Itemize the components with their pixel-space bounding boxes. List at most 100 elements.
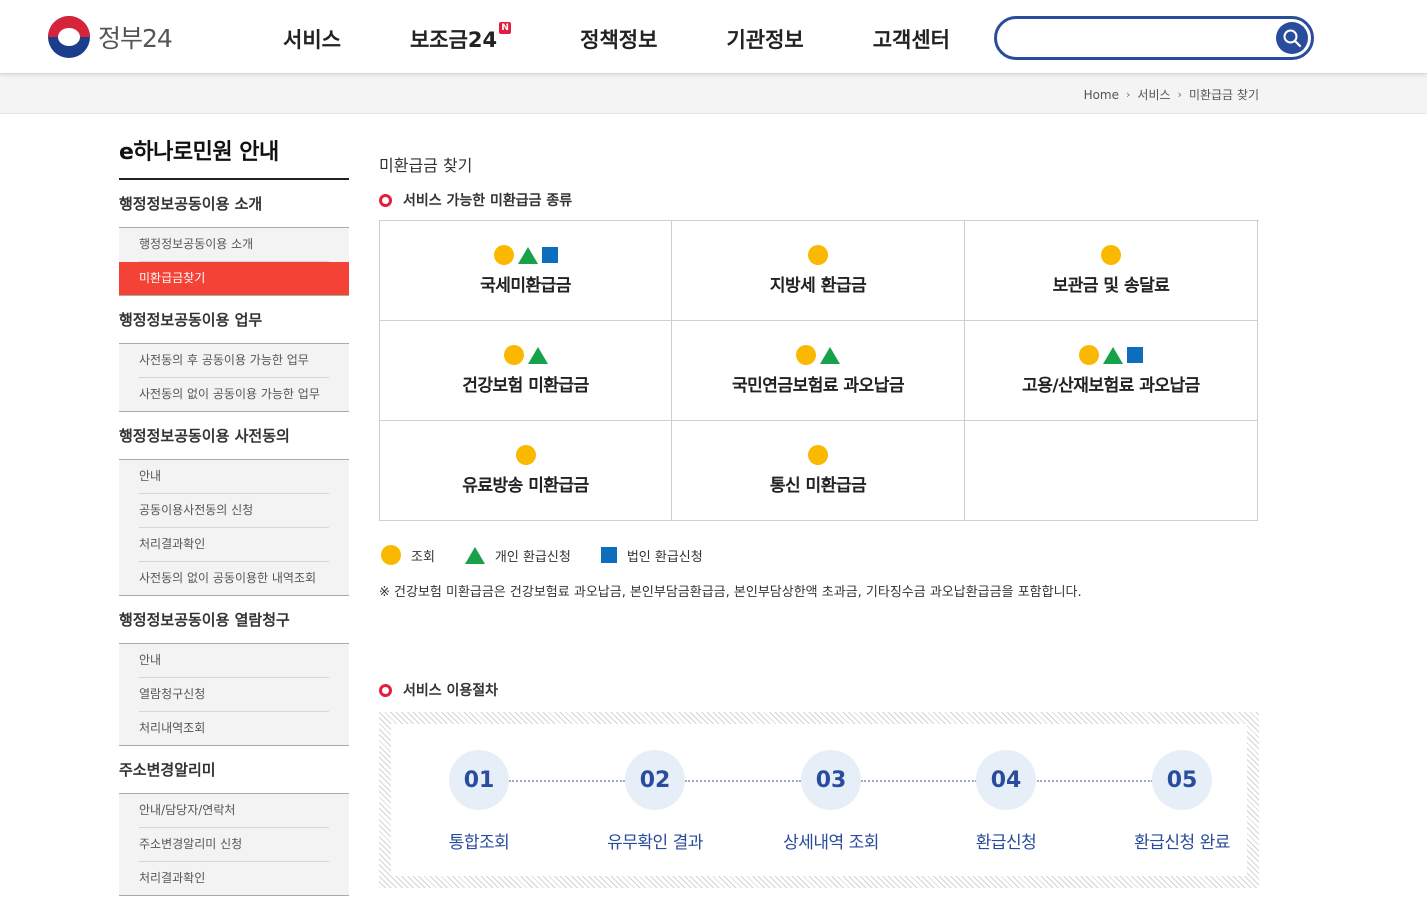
sidebar-group-consent[interactable]: 행정정보공동이용 사전동의: [119, 412, 349, 460]
sidebar-group-address[interactable]: 주소변경알리미: [119, 746, 349, 794]
triangle-mark-icon: [517, 246, 538, 264]
procedure-steps: 01 통합조회 02 유무확인 결과 03 상세내역 조회 04 환급신청 05…: [391, 724, 1247, 876]
nav-item-policy[interactable]: 정책정보: [580, 24, 657, 54]
search-input[interactable]: [1013, 25, 1263, 51]
sidebar-group-tasks[interactable]: 행정정보공동이용 업무: [119, 296, 349, 344]
sidebar-item-view-guide[interactable]: 안내: [139, 644, 329, 678]
main-content: 미환급금 찾기 서비스 가능한 미환급금 종류 국세미환급금 지방세 환급금 보관금…: [379, 152, 1259, 888]
step-3: 03 상세내역 조회: [761, 750, 901, 853]
refund-type-cell[interactable]: 통신 미환급금: [672, 421, 965, 521]
site-logo[interactable]: 정부24: [48, 16, 173, 58]
legend: 조회 개인 환급신청 법인 환급신청: [379, 545, 1259, 565]
page-title: 미환급금 찾기: [379, 156, 473, 175]
breadcrumb-current: 미환급금 찾기: [1188, 88, 1259, 102]
refund-types-grid: 국세미환급금 지방세 환급금 보관금 및 송달료건강보험 미환급금 국민연금보험료 과…: [379, 220, 1259, 521]
sidebar-item-refund-search[interactable]: 미환급금찾기: [119, 262, 349, 295]
legend-label: 법인 환급신청: [626, 549, 703, 565]
refund-type-cell[interactable]: 보관금 및 송달료: [965, 221, 1258, 321]
sidebar-item-consent-guide[interactable]: 안내: [139, 460, 329, 494]
refund-type-label: 건강보험 미환급금: [462, 376, 589, 396]
square-mark-icon: [541, 247, 558, 263]
square-mark-icon: [1127, 347, 1143, 363]
circle-mark-icon: [808, 245, 828, 265]
circle-mark-icon: [515, 445, 536, 465]
sidebar-item-with-consent[interactable]: 사전동의 후 공동이용 가능한 업무: [139, 344, 329, 378]
section-title-types: 서비스 가능한 미환급금 종류: [379, 190, 1259, 210]
refund-type-label: 국민연금보험료 과오납금: [732, 376, 904, 396]
service-marks: [806, 445, 830, 465]
chevron-right-icon: ›: [1126, 88, 1131, 101]
sidebar-group-intro[interactable]: 행정정보공동이용 소개: [119, 180, 349, 228]
refund-type-label: 유료방송 미환급금: [462, 476, 589, 496]
section-title-procedure-label: 서비스 이용절차: [403, 683, 499, 699]
service-marks: [492, 245, 560, 265]
square-mark-icon: [600, 547, 617, 563]
sidebar-item-consent-result[interactable]: 처리결과확인: [139, 528, 329, 562]
circle-mark-icon: [808, 445, 828, 465]
refund-type-label: 지방세 환급금: [769, 276, 867, 296]
nav-item-services[interactable]: 서비스: [283, 24, 341, 54]
step-label: 환급신청 완료: [1134, 833, 1230, 853]
step-label: 상세내역 조회: [783, 833, 879, 853]
sidebar-item-view-apply[interactable]: 열람청구신청: [139, 678, 329, 712]
sidebar-item-consent-apply[interactable]: 공동이용사전동의 신청: [139, 494, 329, 528]
refund-type-cell[interactable]: 고용/산재보험료 과오납금: [965, 321, 1258, 421]
search-button[interactable]: [1276, 22, 1308, 54]
health-insurance-note: ※ 건강보험 미환급금은 건강보험료 과오납금, 본인부담금환급금, 본인부담상…: [379, 585, 1082, 600]
sidebar-group-view-request[interactable]: 행정정보공동이용 열람청구: [119, 596, 349, 644]
nav-item-subsidy[interactable]: 보조금24 N: [409, 22, 512, 54]
nav-item-subsidy-label: 보조금24: [409, 28, 498, 52]
nav-item-agency[interactable]: 기관정보: [726, 24, 803, 54]
sidebar-item-intro[interactable]: 행정정보공동이용 소개: [139, 228, 329, 262]
step-5: 05 환급신청 완료: [1112, 750, 1252, 853]
step-1: 01 통합조회: [409, 750, 549, 853]
circle-mark-icon: [503, 345, 524, 365]
step-label: 환급신청: [975, 833, 1037, 853]
section-title-types-label: 서비스 가능한 미환급금 종류: [403, 193, 573, 209]
refund-type-cell[interactable]: 국세미환급금: [380, 221, 672, 321]
triangle-mark-icon: [820, 346, 840, 364]
step-number: 02: [625, 750, 685, 810]
sidebar-item-address-apply[interactable]: 주소변경알리미 신청: [139, 828, 329, 862]
sidebar-item-view-history[interactable]: 처리내역조회: [139, 712, 329, 745]
bullet-icon: [379, 193, 392, 207]
refund-type-label: 보관금 및 송달료: [1052, 276, 1170, 296]
sidebar-item-without-consent[interactable]: 사전동의 없이 공동이용 가능한 업무: [139, 378, 329, 411]
section-title-procedure: 서비스 이용절차: [379, 680, 1259, 700]
sidebar-title: e하나로민원 안내: [119, 134, 349, 180]
refund-type-cell[interactable]: 유료방송 미환급금: [380, 421, 672, 521]
breadcrumb-home[interactable]: Home: [1084, 88, 1119, 102]
procedure-box: 01 통합조회 02 유무확인 결과 03 상세내역 조회 04 환급신청 05…: [379, 712, 1259, 888]
circle-mark-icon: [1101, 245, 1121, 265]
new-badge: N: [499, 22, 512, 34]
circle-mark-icon: [493, 245, 514, 265]
refund-type-cell[interactable]: 지방세 환급금: [672, 221, 965, 321]
legend-label: 조회: [411, 549, 435, 565]
legend-item-personal: 개인 환급신청: [463, 546, 571, 565]
service-marks: [794, 345, 842, 365]
search-icon: [1283, 29, 1302, 48]
sidebar-item-address-guide[interactable]: 안내/담당자/연락처: [139, 794, 329, 828]
step-4: 04 환급신청: [936, 750, 1076, 853]
breadcrumb-services[interactable]: 서비스: [1137, 86, 1170, 103]
refund-type-cell[interactable]: 건강보험 미환급금: [380, 321, 672, 421]
circle-mark-icon: [381, 545, 401, 565]
main-nav: 서비스 보조금24 N 정책정보 기관정보 고객센터: [283, 22, 950, 54]
empty-cell: [965, 421, 1258, 521]
legend-item-lookup: 조회: [379, 545, 435, 565]
refund-type-label: 고용/산재보험료 과오납금: [1022, 376, 1200, 396]
nav-item-support[interactable]: 고객센터: [873, 24, 950, 54]
logo-text: 정부24: [98, 24, 173, 53]
triangle-mark-icon: [527, 346, 548, 364]
sidebar-sub-intro: 행정정보공동이용 소개 미환급금찾기: [119, 228, 349, 296]
triangle-mark-icon: [464, 546, 485, 564]
bullet-icon: [379, 683, 392, 697]
sidebar-item-consent-history[interactable]: 사전동의 없이 공동이용한 내역조회: [139, 562, 329, 595]
sidebar-sub-address: 안내/담당자/연락처 주소변경알리미 신청 처리결과확인: [119, 794, 349, 896]
step-label: 통합조회: [448, 833, 510, 853]
breadcrumb: Home › 서비스 › 미환급금 찾기: [1084, 86, 1259, 103]
service-marks: [1099, 245, 1123, 265]
sidebar-sub-consent: 안내 공동이용사전동의 신청 처리결과확인 사전동의 없이 공동이용한 내역조회: [119, 460, 349, 596]
sidebar-item-address-result[interactable]: 처리결과확인: [139, 862, 329, 895]
refund-type-cell[interactable]: 국민연금보험료 과오납금: [672, 321, 965, 421]
